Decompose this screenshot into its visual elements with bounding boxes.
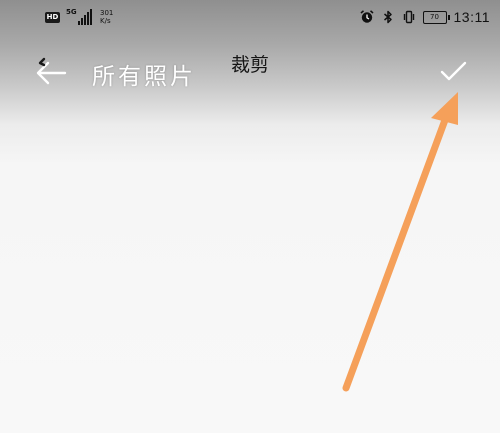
check-icon xyxy=(440,61,467,81)
status-bar: HD 5G 301 K/s 70 13:11 xyxy=(0,0,500,34)
status-time: 13:11 xyxy=(453,9,490,25)
page-title: 裁剪 xyxy=(230,54,269,76)
crop-screen: HD 5G 301 K/s 70 13:11 所有照片 裁剪 xyxy=(0,0,500,433)
bluetooth-icon xyxy=(383,10,392,24)
battery-icon: 70 xyxy=(422,10,450,24)
crop-canvas[interactable] xyxy=(0,100,500,433)
status-right-group: 70 13:11 xyxy=(359,6,491,28)
hd-badge: HD xyxy=(45,11,60,23)
status-left-group: HD 5G 301 K/s xyxy=(45,6,113,28)
network-type-label: 5G xyxy=(66,8,77,16)
vibrate-icon xyxy=(403,10,414,24)
alarm-icon xyxy=(359,10,374,23)
net-speed: 301 K/s xyxy=(100,9,113,25)
top-toolbar: 所有照片 裁剪 xyxy=(0,40,500,100)
signal-icon: 5G xyxy=(66,8,94,25)
confirm-button[interactable] xyxy=(434,55,474,91)
net-speed-unit: K/s xyxy=(100,17,111,25)
net-speed-value: 301 xyxy=(100,9,114,17)
